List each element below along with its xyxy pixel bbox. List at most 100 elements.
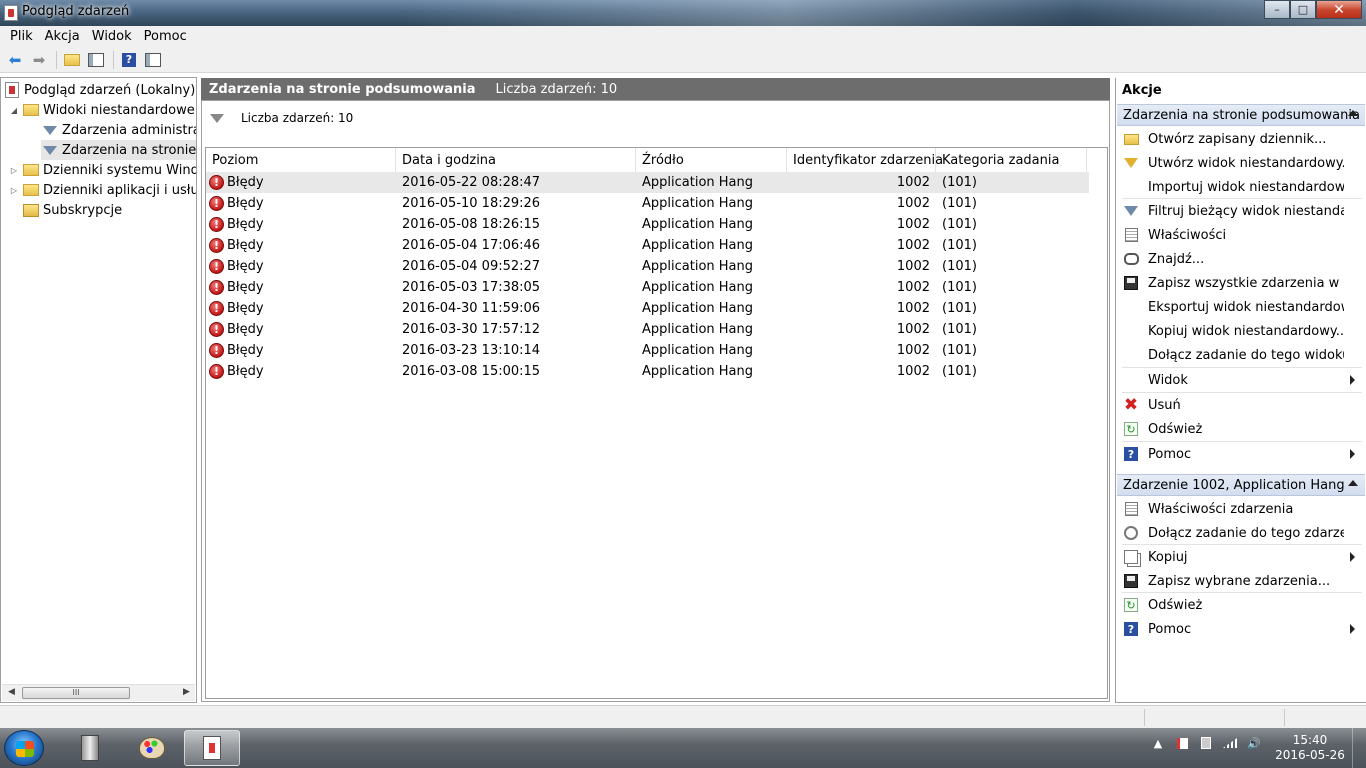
help-icon[interactable]: ? (118, 49, 140, 71)
column-header-source[interactable]: Źródło (636, 148, 787, 172)
table-row[interactable]: ! Błędy 2016-05-03 17:38:05 Application Han… (206, 277, 1089, 298)
power-icon[interactable] (1198, 736, 1214, 750)
tree-item-admin-events[interactable]: Zdarzenia administracyjne (43, 120, 196, 140)
tree-item-root[interactable]: Podgląd zdarzeń (Lokalny) (5, 80, 195, 100)
collapse-arrow-icon[interactable] (1348, 110, 1358, 116)
level-text: Błędy (227, 196, 264, 211)
column-header-datetime[interactable]: Data i godzina (396, 148, 636, 172)
action-label: Usuń (1148, 397, 1181, 413)
filter-info-row: Liczba zdarzeń: 10 (210, 111, 353, 125)
server-manager-icon[interactable] (62, 730, 118, 766)
toolbar-separator (56, 50, 57, 69)
show-hidden-icons-icon[interactable]: ▲ (1150, 736, 1166, 750)
action-item[interactable]: Właściwości (1117, 224, 1364, 246)
minimize-button[interactable]: – (1264, 0, 1290, 19)
action-center-icon[interactable] (1174, 736, 1190, 750)
action-item[interactable]: Filtruj bieżący widok niestandardowy... (1117, 200, 1364, 222)
paint-icon[interactable] (124, 730, 180, 766)
menu-pomoc[interactable]: Pomoc (138, 26, 193, 47)
collapse-arrow-icon[interactable]: ◢ (9, 106, 19, 115)
cell-datetime: 2016-03-23 13:10:14 (402, 343, 541, 358)
action-label: Pomoc (1148, 446, 1192, 462)
action-item[interactable]: Utwórz widok niestandardowy... (1117, 152, 1364, 174)
tree-item-windows-logs[interactable]: ▷ Dzienniki systemu Windows (9, 160, 196, 180)
table-row[interactable]: ! Błędy 2016-05-10 18:29:26 Application Han… (206, 193, 1089, 214)
forward-arrow-icon[interactable]: ➡ (28, 49, 50, 71)
action-item[interactable]: ? Pomoc (1117, 443, 1364, 465)
event-viewer-icon[interactable] (4, 5, 18, 21)
action-item[interactable]: Zapisz wszystkie zdarzenia w widoku nies… (1117, 272, 1364, 294)
taskbar-clock[interactable]: 15:40 2016-05-26 (1272, 733, 1348, 763)
scroll-left-icon[interactable]: ◀ (8, 687, 15, 697)
taskbar: ▲ 🔊 15:40 2016-05-26 (0, 728, 1366, 768)
volume-icon[interactable]: 🔊 (1246, 736, 1262, 750)
action-item[interactable]: ? Pomoc (1117, 618, 1364, 640)
maximize-button[interactable]: □ (1290, 0, 1316, 19)
action-item[interactable]: Dołącz zadanie do tego zdarzenia... (1117, 522, 1364, 544)
action-item[interactable]: Zapisz wybrane zdarzenia... (1117, 570, 1364, 592)
folder-icon (23, 184, 39, 196)
results-pane-header: Zdarzenia na stronie podsumowania Liczba… (201, 78, 1110, 100)
actions-section-event[interactable]: Zdarzenie 1002, Application Hang (1117, 474, 1365, 496)
start-button[interactable] (4, 730, 44, 766)
action-item[interactable]: Właściwości zdarzenia (1117, 498, 1364, 520)
action-item[interactable]: Znajdź... (1117, 248, 1364, 270)
table-row[interactable]: ! Błędy 2016-05-22 08:28:47 Application Han… (206, 172, 1089, 193)
help-icon: ? (1123, 446, 1139, 462)
action-item[interactable]: Widok (1117, 369, 1364, 391)
cell-level: ! Błędy (206, 259, 396, 274)
tree-item-subscriptions[interactable]: Subskrypcje (23, 200, 122, 220)
action-item[interactable]: Importuj widok niestandardowy... (1117, 176, 1364, 198)
cell-datetime: 2016-05-03 17:38:05 (402, 280, 541, 295)
column-header-level[interactable]: Poziom (206, 148, 396, 172)
menu-akcja[interactable]: Akcja (39, 26, 86, 47)
cell-source: Application Hang (642, 364, 754, 379)
events-table[interactable]: Poziom Data i godzina Źródło Identyfikat… (205, 147, 1108, 699)
table-row[interactable]: ! Błędy 2016-05-04 17:06:46 Application Han… (206, 235, 1089, 256)
up-folder-icon[interactable] (61, 49, 83, 71)
action-item[interactable]: ↻ Odśwież (1117, 594, 1364, 616)
action-item[interactable]: ↻ Odśwież (1117, 418, 1364, 440)
actions-section-summary[interactable]: Zdarzenia na stronie podsumowania (1117, 104, 1365, 126)
tree-item-app-logs[interactable]: ▷ Dzienniki aplikacji i usług (9, 180, 196, 200)
action-label: Dołącz zadanie do tego widoku... (1148, 347, 1344, 363)
table-row[interactable]: ! Błędy 2016-03-23 13:10:14 Application Han… (206, 340, 1089, 361)
table-row[interactable]: ! Błędy 2016-05-08 18:26:15 Application Han… (206, 214, 1089, 235)
table-row[interactable]: ! Błędy 2016-03-30 17:57:12 Application Han… (206, 319, 1089, 340)
collapse-arrow-icon[interactable] (1348, 480, 1358, 486)
action-item[interactable]: Otwórz zapisany dziennik... (1117, 128, 1364, 150)
action-item[interactable]: Kopiuj widok niestandardowy... (1117, 320, 1364, 342)
action-item[interactable]: Dołącz zadanie do tego widoku... (1117, 344, 1364, 366)
show-hide-action-pane-icon[interactable] (142, 49, 164, 71)
tree-horizontal-scrollbar[interactable]: ◀ III ▶ (2, 684, 195, 701)
close-button[interactable]: ✕ (1316, 0, 1362, 19)
expand-arrow-icon[interactable]: ▷ (9, 186, 19, 195)
table-row[interactable]: ! Błędy 2016-05-04 09:52:27 Application Han… (206, 256, 1089, 277)
tree-item-summary-events[interactable]: Zdarzenia na stronie podsumowania (41, 140, 197, 160)
tree-item-custom-views[interactable]: ◢ Widoki niestandardowe (9, 100, 195, 120)
level-text: Błędy (227, 280, 264, 295)
action-item[interactable]: ✖ Usuń (1117, 394, 1364, 416)
network-icon[interactable] (1222, 736, 1238, 750)
event-viewer-taskbar-button[interactable] (184, 730, 240, 766)
status-divider (1284, 709, 1285, 726)
menu-widok[interactable]: Widok (86, 26, 138, 47)
menu-plik[interactable]: Plik (4, 26, 39, 47)
back-arrow-icon[interactable]: ⬅ (4, 49, 26, 71)
scroll-thumb[interactable]: III (22, 687, 130, 699)
tree-item-label: Zdarzenia na stronie podsumowania (62, 142, 197, 158)
tree-item-label: Widoki niestandardowe (43, 102, 195, 118)
column-header-event-id[interactable]: Identyfikator zdarzenia (787, 148, 943, 172)
table-row[interactable]: ! Błędy 2016-04-30 11:59:06 Application Han… (206, 298, 1089, 319)
action-separator (1122, 440, 1362, 442)
table-row[interactable]: ! Błędy 2016-03-08 15:00:15 Application Han… (206, 361, 1089, 382)
action-label: Znajdź... (1148, 251, 1205, 267)
cell-event-id: 1002 (896, 364, 930, 379)
show-desktop-button[interactable] (1352, 728, 1366, 768)
column-header-task-category[interactable]: Kategoria zadania (936, 148, 1087, 172)
show-hide-tree-icon[interactable] (85, 49, 107, 71)
scroll-right-icon[interactable]: ▶ (183, 687, 190, 697)
action-item[interactable]: Eksportuj widok niestandardowy... (1117, 296, 1364, 318)
expand-arrow-icon[interactable]: ▷ (9, 166, 19, 175)
action-item[interactable]: Kopiuj (1117, 546, 1364, 568)
